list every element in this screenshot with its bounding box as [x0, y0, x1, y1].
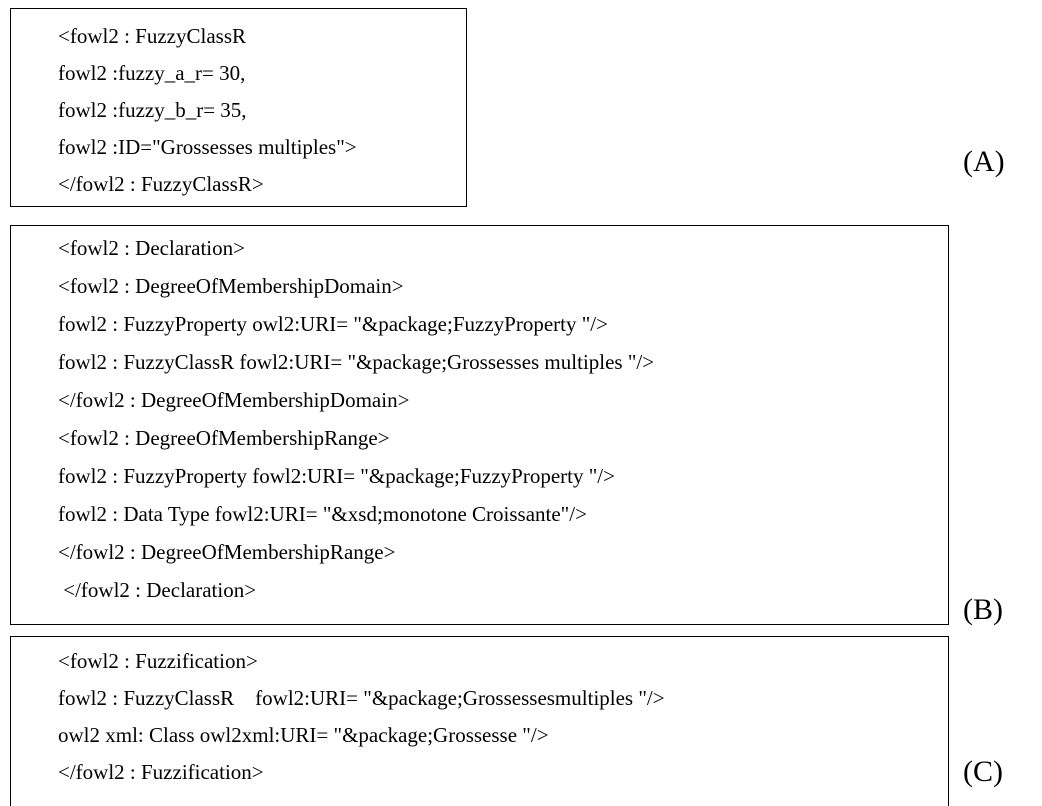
code-line: <fowl2 : DegreeOfMembershipRange> [58, 426, 390, 450]
code-line: fowl2 :fuzzy_a_r= 30, [58, 61, 246, 85]
code-line: fowl2 : FuzzyProperty fowl2:URI= "&packa… [58, 464, 615, 488]
block-label-b: (B) [963, 593, 1003, 626]
code-line: fowl2 :fuzzy_b_r= 35, [58, 98, 247, 122]
code-line: </fowl2 : Declaration> [58, 578, 257, 602]
block-label-a: (A) [963, 145, 1005, 178]
code-line: <fowl2 : Fuzzification> [58, 649, 258, 673]
code-line: <fowl2 : FuzzyClassR [58, 24, 247, 48]
code-line: fowl2 : FuzzyClassR fowl2:URI= "&package… [58, 350, 655, 374]
code-line: </fowl2 : DegreeOfMembershipDomain> [58, 388, 410, 412]
code-line: fowl2 : FuzzyClassR fowl2:URI= "&package… [58, 686, 665, 710]
code-line: </fowl2 : Fuzzification> [58, 760, 264, 784]
code-line: fowl2 : Data Type fowl2:URI= "&xsd;monot… [58, 502, 587, 526]
code-line: </fowl2 : FuzzyClassR> [58, 172, 264, 196]
code-line: fowl2 : FuzzyProperty owl2:URI= "&packag… [58, 312, 608, 336]
block-label-c: (C) [963, 755, 1003, 788]
code-line: <fowl2 : Declaration> [58, 236, 245, 260]
code-line: </fowl2 : DegreeOfMembershipRange> [58, 540, 396, 564]
code-line: fowl2 :ID="Grossesses multiples"> [58, 135, 357, 159]
code-line: owl2 xml: Class owl2xml:URI= "&package;G… [58, 723, 549, 747]
code-line: <fowl2 : DegreeOfMembershipDomain> [58, 274, 404, 298]
